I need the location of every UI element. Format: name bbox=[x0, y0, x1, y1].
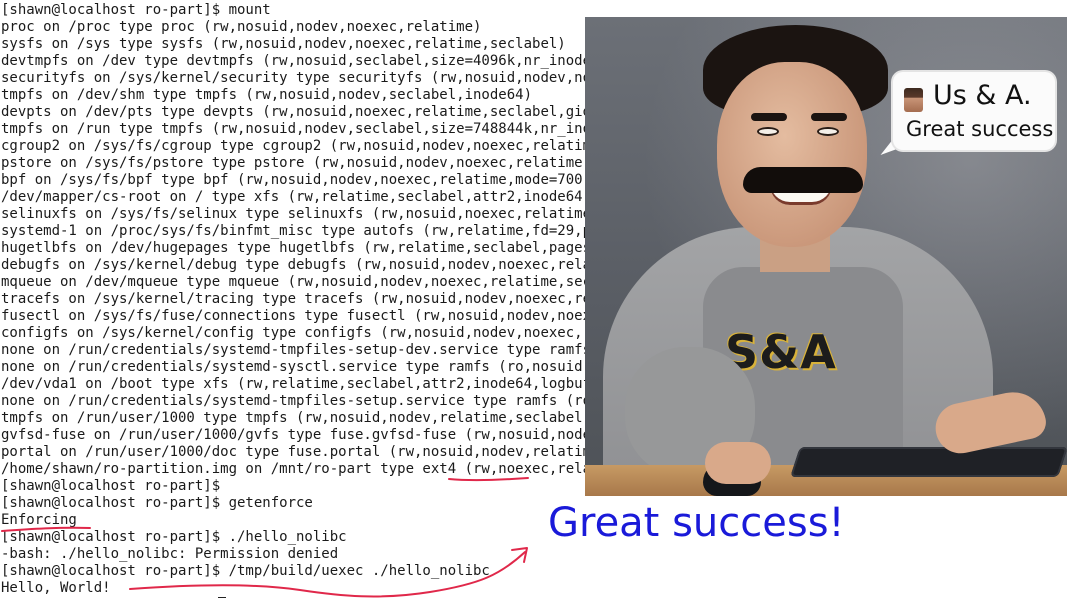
speech-bubble-subtitle: Great success bbox=[906, 117, 1054, 141]
caption: Great success! bbox=[548, 500, 845, 546]
left-eye bbox=[757, 127, 779, 136]
terminal-line: [shawn@localhost ro-part]$ ./hello_nolib… bbox=[1, 529, 347, 545]
terminal-line: Hello, World! bbox=[1, 580, 111, 596]
left-hand bbox=[705, 442, 771, 484]
left-eyebrow bbox=[751, 113, 787, 121]
meme-image: S&A Us & A. Great success bbox=[585, 17, 1067, 496]
moustache bbox=[743, 167, 863, 193]
terminal-line: -bash: ./hello_nolibc: Permission denied bbox=[1, 546, 339, 562]
keyboard bbox=[790, 447, 1067, 477]
face bbox=[717, 62, 867, 247]
terminal-line: [shawn@localhost ro-part]$ /tmp/build/ue… bbox=[1, 563, 490, 579]
right-eyebrow bbox=[811, 113, 847, 121]
terminal-line: Enforcing bbox=[1, 512, 77, 528]
avatar-icon bbox=[904, 88, 923, 112]
terminal-line: [shawn@localhost ro-part]$ getenforce bbox=[1, 495, 313, 511]
right-eye bbox=[817, 127, 839, 136]
speech-bubble-title: Us & A. bbox=[933, 80, 1032, 111]
